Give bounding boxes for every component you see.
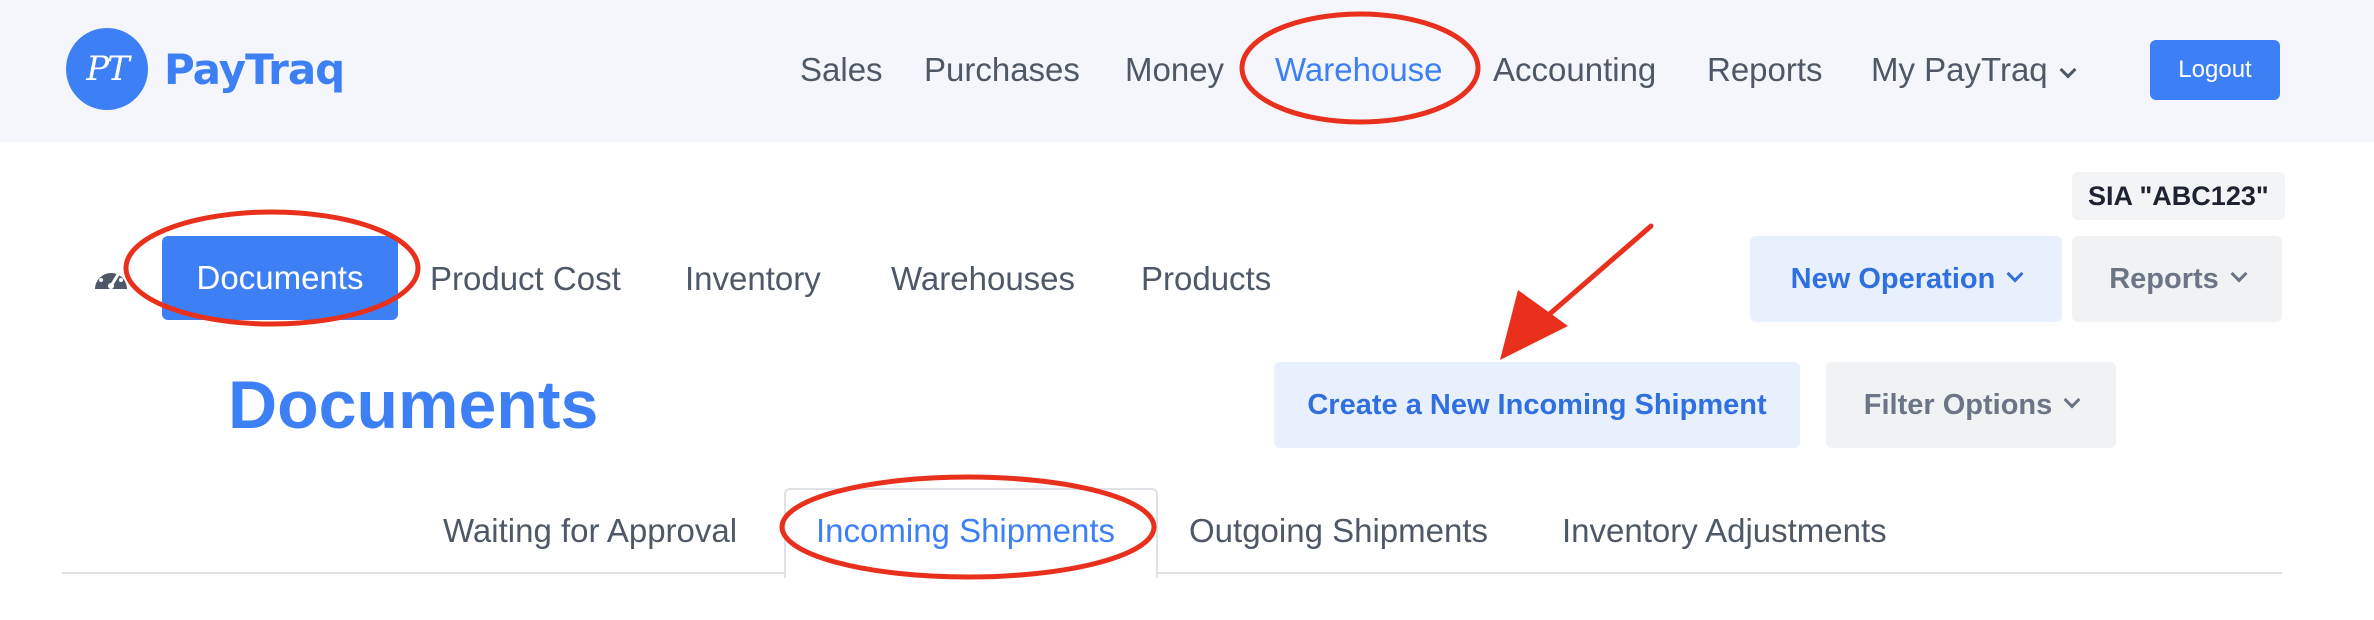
top-navigation-bar: PT PayTraq Sales Purchases Money Warehou… <box>0 0 2374 142</box>
main-nav: Sales Purchases Money Warehouse Accounti… <box>0 44 2374 96</box>
nav-my-paytraq-label: My PayTraq <box>1871 51 2048 88</box>
nav-sales[interactable]: Sales <box>800 44 883 96</box>
filter-options-label: Filter Options <box>1863 388 2053 421</box>
tab-outgoing-shipments[interactable]: Outgoing Shipments <box>1189 506 1488 556</box>
subnav-documents[interactable]: Documents <box>162 236 398 320</box>
nav-purchases[interactable]: Purchases <box>924 44 1080 96</box>
nav-my-paytraq[interactable]: My PayTraq <box>1871 44 2077 96</box>
nav-warehouse[interactable]: Warehouse <box>1275 44 1443 96</box>
company-badge: SIA "ABC123" <box>2072 172 2285 220</box>
subnav-products[interactable]: Products <box>1141 254 1271 304</box>
create-incoming-shipment-button[interactable]: Create a New Incoming Shipment <box>1274 362 1800 448</box>
tabs-divider <box>62 572 2282 574</box>
page-title: Documents <box>228 367 599 443</box>
subnav-inventory[interactable]: Inventory <box>685 254 821 304</box>
subnav-warehouses[interactable]: Warehouses <box>891 254 1075 304</box>
new-operation-label: New Operation <box>1790 262 1996 295</box>
subnav-product-cost[interactable]: Product Cost <box>430 254 621 304</box>
tab-incoming-shipments[interactable]: Incoming Shipments <box>816 506 1115 556</box>
reports-dropdown-button[interactable]: Reports <box>2072 236 2282 322</box>
chevron-down-icon <box>2059 61 2077 79</box>
nav-reports[interactable]: Reports <box>1707 44 1823 96</box>
chevron-down-icon <box>2063 391 2081 409</box>
tab-inventory-adjustments[interactable]: Inventory Adjustments <box>1562 506 1887 556</box>
nav-accounting[interactable]: Accounting <box>1493 44 1656 96</box>
new-operation-button[interactable]: New Operation <box>1750 236 2062 322</box>
speedometer-icon[interactable] <box>92 262 130 292</box>
chevron-down-icon <box>2006 265 2024 283</box>
logout-button[interactable]: Logout <box>2150 40 2280 100</box>
reports-dropdown-label: Reports <box>2109 262 2219 295</box>
chevron-down-icon <box>2230 265 2248 283</box>
filter-options-button[interactable]: Filter Options <box>1826 362 2116 448</box>
nav-money[interactable]: Money <box>1125 44 1224 96</box>
tab-waiting-for-approval[interactable]: Waiting for Approval <box>443 506 737 556</box>
annotation-arrow <box>1500 223 1654 360</box>
